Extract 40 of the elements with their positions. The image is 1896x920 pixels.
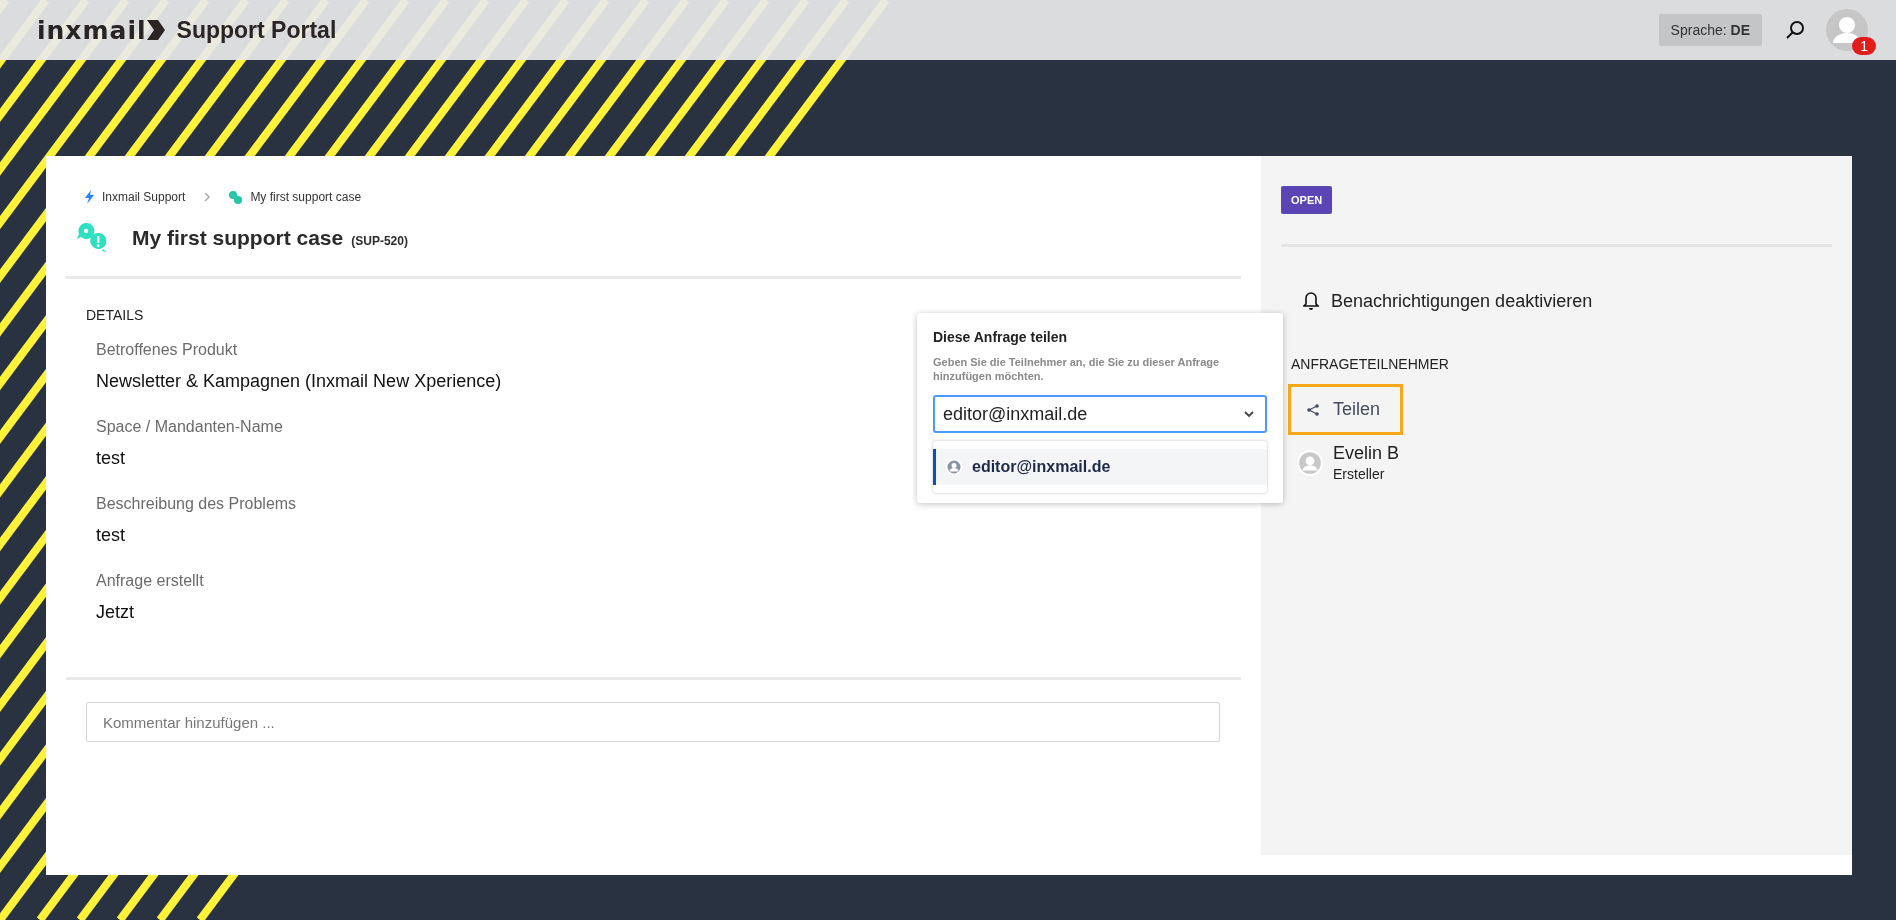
logo-mark-icon [146,20,167,40]
popover-title: Diese Anfrage teilen [933,329,1069,345]
avatar-icon [1297,449,1323,476]
participant-select[interactable]: editor@inxmail.de [933,395,1267,433]
section-heading: ANFRAGETEILNEHMER [1291,356,1450,372]
field-label: Betroffenes Produkt [96,341,238,359]
lightning-icon [84,190,94,204]
popover-hint: Geben Sie die Teilnehmer an, die Sie zu dieser Anfrage hinzufügen möchten. [933,355,1221,383]
status-badge: OPEN [1281,186,1333,214]
logo-text: inxmail [37,15,147,45]
chevron-right-icon [203,192,212,202]
language-button[interactable]: Sprache: DE [1658,14,1762,46]
field-label: Space / Mandanten-Name [96,418,283,436]
case-title: My first support case [132,226,344,249]
notifications-button[interactable]: Benachrichtigungen deaktivieren [1303,291,1593,312]
breadcrumb-link[interactable]: My first support case [250,190,362,204]
field-value: Newsletter & Kampagnen (Inxmail New Xperience) [96,371,502,392]
bell-icon [1303,292,1319,311]
avatar-icon [946,459,962,475]
field-value: Jetzt [96,602,134,623]
participant-role: Ersteller [1333,466,1386,482]
case-key: (SUP-520) [351,234,408,248]
comment-field[interactable]: Kommentar hinzufügen ... [86,702,1220,742]
portal-title: Support Portal [176,16,337,44]
dropdown-option[interactable]: editor@inxmail.de [933,449,1267,485]
avatar-icon[interactable] [1826,9,1868,51]
chat-bubbles-icon [229,190,243,204]
chat-bubbles-icon [76,222,108,254]
field-label: Anfrage erstellt [96,572,204,590]
chevron-down-icon [1244,411,1254,418]
share-button[interactable]: Teilen [1288,384,1404,435]
search-icon[interactable] [1786,20,1806,40]
field-value: test [96,448,125,469]
notification-badge: 1 [1852,37,1876,55]
share-icon [1307,403,1319,416]
field-label: Beschreibung des Problems [96,495,297,513]
field-value: test [96,525,125,546]
breadcrumb-link[interactable]: Inxmail Support [102,190,186,204]
section-heading: DETAILS [86,307,144,323]
participant-name: Evelin B [1333,443,1400,464]
